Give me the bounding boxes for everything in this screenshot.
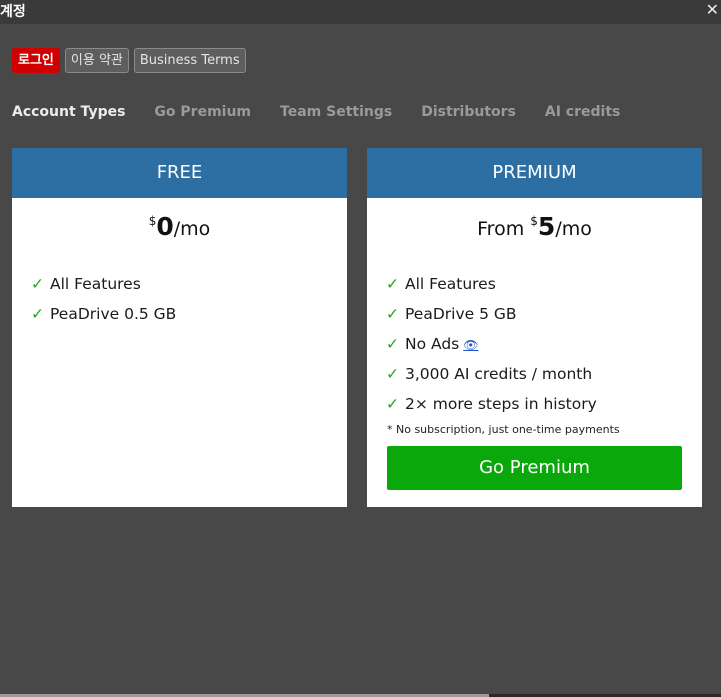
- check-icon: ✓: [386, 365, 399, 383]
- list-item: ✓ 3,000 AI credits / month: [386, 362, 702, 392]
- check-icon: ✓: [386, 275, 399, 293]
- list-item: ✓ PeaDrive 0.5 GB: [31, 302, 347, 332]
- tab-bar: Account Types Go Premium Team Settings D…: [12, 104, 649, 120]
- tab-distributors[interactable]: Distributors: [421, 104, 516, 120]
- tab-ai-credits[interactable]: AI credits: [545, 104, 620, 120]
- feature-label: All Features: [405, 275, 496, 293]
- free-plan-card: FREE $0/mo ✓ All Features ✓ PeaDrive 0.5 G…: [12, 148, 347, 507]
- feature-label: 3,000 AI credits / month: [405, 365, 593, 383]
- price-period: /mo: [555, 218, 592, 240]
- check-icon: ✓: [386, 395, 399, 413]
- list-item: ✓ 2× more steps in history: [386, 392, 702, 422]
- feature-label: No Ads: [405, 335, 460, 353]
- list-item: ✓ All Features: [386, 272, 702, 302]
- close-icon[interactable]: ✕: [706, 0, 719, 20]
- check-icon: ✓: [386, 335, 399, 353]
- eye-icon[interactable]: 👁: [463, 338, 478, 352]
- title-bar: 계정 ✕: [0, 0, 721, 24]
- tab-account-types[interactable]: Account Types: [12, 104, 125, 120]
- check-icon: ✓: [386, 305, 399, 323]
- list-item: ✓ All Features: [31, 272, 347, 302]
- price-amount: 0: [156, 212, 174, 241]
- free-plan-price: $0/mo: [12, 212, 347, 246]
- check-icon: ✓: [31, 305, 44, 323]
- price-prefix: From: [477, 218, 531, 240]
- window-title: 계정: [0, 4, 26, 20]
- login-button[interactable]: 로그인: [12, 48, 60, 73]
- terms-button[interactable]: 이용 약관: [64, 48, 129, 73]
- feature-label: All Features: [50, 275, 141, 293]
- free-feature-list: ✓ All Features ✓ PeaDrive 0.5 GB: [12, 272, 347, 332]
- list-item: ✓ PeaDrive 5 GB: [386, 302, 702, 332]
- tab-team-settings[interactable]: Team Settings: [280, 104, 392, 120]
- list-item: ✓ No Ads 👁: [386, 332, 702, 362]
- top-button-row: 로그인 이용 약관 Business Terms: [12, 48, 246, 73]
- premium-plan-price: From $5/mo: [367, 212, 702, 246]
- free-plan-header: FREE: [12, 148, 347, 198]
- feature-label: PeaDrive 0.5 GB: [50, 305, 177, 323]
- feature-label: PeaDrive 5 GB: [405, 305, 517, 323]
- go-premium-button[interactable]: Go Premium: [387, 446, 682, 490]
- tab-go-premium[interactable]: Go Premium: [154, 104, 251, 120]
- feature-label: 2× more steps in history: [405, 395, 597, 413]
- price-period: /mo: [173, 218, 211, 240]
- premium-feature-list: ✓ All Features ✓ PeaDrive 5 GB ✓ No Ads 👁 ✓ 3…: [367, 272, 702, 422]
- payment-note: * No subscription, just one-time payment…: [387, 423, 620, 436]
- premium-plan-card: PREMIUM From $5/mo ✓ All Features ✓ PeaDri…: [367, 148, 702, 507]
- business-terms-button[interactable]: Business Terms: [133, 48, 246, 73]
- premium-plan-header: PREMIUM: [367, 148, 702, 198]
- price-amount: 5: [537, 212, 556, 241]
- check-icon: ✓: [31, 275, 44, 293]
- currency-symbol: $: [530, 214, 538, 228]
